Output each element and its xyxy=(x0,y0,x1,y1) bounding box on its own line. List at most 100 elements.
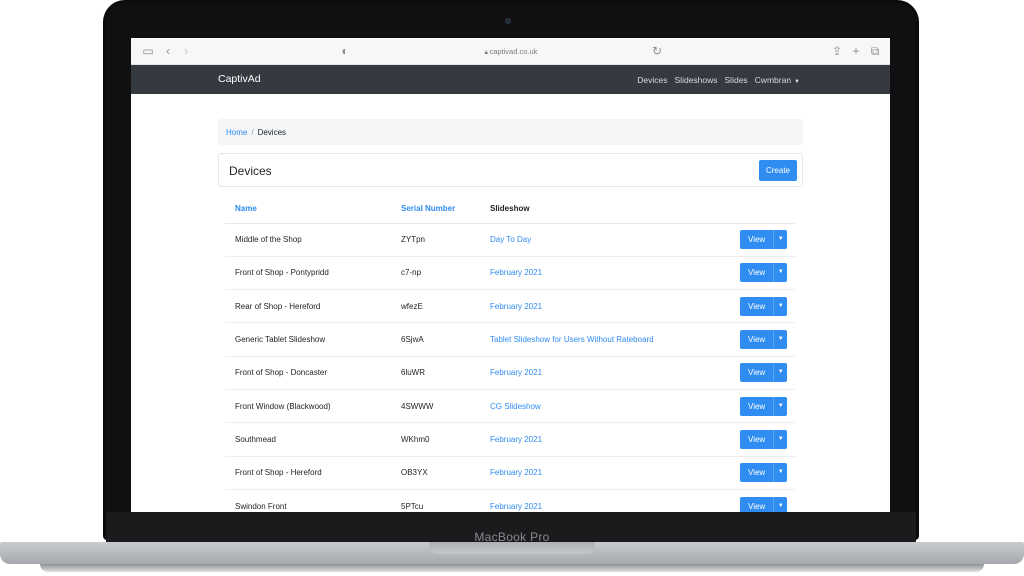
table-header-row: Name Serial Number Slideshow xyxy=(225,195,795,224)
dropdown-toggle-icon[interactable]: ▼ xyxy=(773,429,788,449)
share-icon[interactable]: ⇪ xyxy=(830,44,844,58)
url-text: captivad.co.uk xyxy=(489,47,538,56)
slideshow-link[interactable]: Day To Day xyxy=(480,223,730,257)
row-actions: View ▼ xyxy=(730,489,795,512)
device-name: Front of Shop - Doncaster xyxy=(225,356,391,390)
laptop-mockup: ▭ ‹ › ◐ 🔒︎ captivad.co.uk ↻ ⇪ + ⧉ Captiv… xyxy=(0,0,1024,576)
device-name: Middle of the Shop xyxy=(225,223,391,257)
slideshow-link[interactable]: February 2021 xyxy=(480,289,730,324)
privacy-shield-icon[interactable]: ◐ xyxy=(338,44,352,58)
view-button[interactable]: View xyxy=(740,296,774,316)
header-actions xyxy=(730,195,795,224)
device-serial: WKhm0 xyxy=(391,422,480,457)
dropdown-toggle-icon[interactable]: ▼ xyxy=(773,496,788,512)
view-button[interactable]: View xyxy=(740,429,774,449)
sidebar-icon[interactable]: ▭ xyxy=(141,44,155,58)
breadcrumb-separator: / xyxy=(251,128,254,137)
table-row: Front of Shop - Doncaster 6luWR February 2… xyxy=(225,356,795,390)
nav-slideshows[interactable]: Slideshows xyxy=(675,75,718,85)
slideshow-link[interactable]: February 2021 xyxy=(480,422,730,457)
view-button-group: View ▼ xyxy=(740,296,788,316)
view-button[interactable]: View xyxy=(740,396,774,416)
dropdown-toggle-icon[interactable]: ▼ xyxy=(773,296,788,316)
view-button[interactable]: View xyxy=(740,363,774,383)
device-serial: OB3YX xyxy=(391,456,480,490)
device-name: Swindon Front xyxy=(225,489,391,512)
device-name: Front Window (Blackwood) xyxy=(225,389,391,424)
breadcrumb-current: Devices xyxy=(257,128,287,137)
header-name[interactable]: Name xyxy=(225,195,391,224)
table-row: Generic Tablet Slideshow 6SjwA Tablet Slid… xyxy=(225,322,795,357)
nav-devices[interactable]: Devices xyxy=(637,75,667,85)
nav-location-dropdown[interactable]: Cwmbran ▼ xyxy=(755,75,800,85)
view-button[interactable]: View xyxy=(740,230,774,250)
device-serial: wfezE xyxy=(391,289,480,324)
slideshow-link[interactable]: February 2021 xyxy=(480,356,730,390)
view-button[interactable]: View xyxy=(740,263,774,283)
device-name: Front of Shop - Hereford xyxy=(225,456,391,490)
forward-icon[interactable]: › xyxy=(179,44,193,58)
device-serial: 6luWR xyxy=(391,356,480,390)
caret-down-icon: ▼ xyxy=(794,79,800,85)
row-actions: View ▼ xyxy=(730,223,795,257)
view-button[interactable]: View xyxy=(740,330,774,350)
breadcrumb-home[interactable]: Home xyxy=(226,128,247,137)
main-content: Home / Devices Devices Create Name Serial … xyxy=(218,119,803,512)
table-row: Front of Shop - Hereford OB3YX February 20… xyxy=(225,456,795,490)
device-serial: 5PTcu xyxy=(391,489,480,512)
slideshow-link[interactable]: February 2021 xyxy=(480,256,730,291)
dropdown-toggle-icon[interactable]: ▼ xyxy=(773,363,788,383)
dropdown-toggle-icon[interactable]: ▼ xyxy=(773,230,788,250)
create-button[interactable]: Create xyxy=(758,160,797,181)
header-slideshow: Slideshow xyxy=(480,195,730,224)
device-serial: 4SWWW xyxy=(391,389,480,424)
view-button-group: View ▼ xyxy=(740,496,788,512)
back-icon[interactable]: ‹ xyxy=(161,44,175,58)
address-bar[interactable]: 🔒︎ captivad.co.uk xyxy=(461,45,561,58)
new-tab-icon[interactable]: + xyxy=(849,44,863,58)
row-actions: View ▼ xyxy=(730,422,795,457)
devices-table: Name Serial Number Slideshow Middle of t… xyxy=(225,195,795,512)
brand-logo[interactable]: CaptivAd xyxy=(218,73,261,85)
view-button-group: View ▼ xyxy=(740,396,788,416)
view-button[interactable]: View xyxy=(740,496,774,512)
dropdown-toggle-icon[interactable]: ▼ xyxy=(773,263,788,283)
row-actions: View ▼ xyxy=(730,256,795,291)
slideshow-link[interactable]: February 2021 xyxy=(480,456,730,490)
device-serial: c7-np xyxy=(391,256,480,291)
device-serial: 6SjwA xyxy=(391,322,480,357)
view-button-group: View ▼ xyxy=(740,363,788,383)
table-row: Front Window (Blackwood) 4SWWW CG Slidesho… xyxy=(225,389,795,424)
view-button-group: View ▼ xyxy=(740,463,788,483)
laptop-base-edge xyxy=(40,564,984,572)
browser-window: ▭ ‹ › ◐ 🔒︎ captivad.co.uk ↻ ⇪ + ⧉ Captiv… xyxy=(131,38,890,512)
row-actions: View ▼ xyxy=(730,456,795,490)
row-actions: View ▼ xyxy=(730,356,795,390)
breadcrumb: Home / Devices xyxy=(218,119,803,145)
device-name: Front of Shop - Pontypridd xyxy=(225,256,391,291)
slideshow-link[interactable]: CG Slideshow xyxy=(480,389,730,424)
location-label: Cwmbran xyxy=(754,75,792,85)
device-name: Rear of Shop - Hereford xyxy=(225,289,391,324)
table-row: Southmead WKhm0 February 2021 View ▼ xyxy=(225,422,795,457)
table-row: Swindon Front 5PTcu February 2021 View ▼ xyxy=(225,489,795,512)
page-title: Devices xyxy=(229,164,272,178)
nav-links: Devices Slideshows Slides Cwmbran ▼ xyxy=(637,75,800,85)
dropdown-toggle-icon[interactable]: ▼ xyxy=(773,396,788,416)
view-button[interactable]: View xyxy=(740,463,774,483)
slideshow-link[interactable]: February 2021 xyxy=(480,489,730,512)
dropdown-toggle-icon[interactable]: ▼ xyxy=(773,463,788,483)
dropdown-toggle-icon[interactable]: ▼ xyxy=(773,330,788,350)
nav-slides[interactable]: Slides xyxy=(725,75,748,85)
page-header-card: Devices Create xyxy=(218,153,803,187)
view-button-group: View ▼ xyxy=(740,429,788,449)
row-actions: View ▼ xyxy=(730,389,795,424)
tabs-overview-icon[interactable]: ⧉ xyxy=(868,44,882,58)
reload-icon[interactable]: ↻ xyxy=(650,44,664,58)
slideshow-link[interactable]: Tablet Slideshow for Users Without Rateb… xyxy=(480,322,730,357)
table-row: Rear of Shop - Hereford wfezE February 202… xyxy=(225,289,795,324)
view-button-group: View ▼ xyxy=(740,230,788,250)
table-row: Middle of the Shop ZYTpn Day To Day View ▼ xyxy=(225,223,795,257)
browser-toolbar: ▭ ‹ › ◐ 🔒︎ captivad.co.uk ↻ ⇪ + ⧉ xyxy=(131,38,890,65)
header-serial-number[interactable]: Serial Number xyxy=(391,195,480,224)
